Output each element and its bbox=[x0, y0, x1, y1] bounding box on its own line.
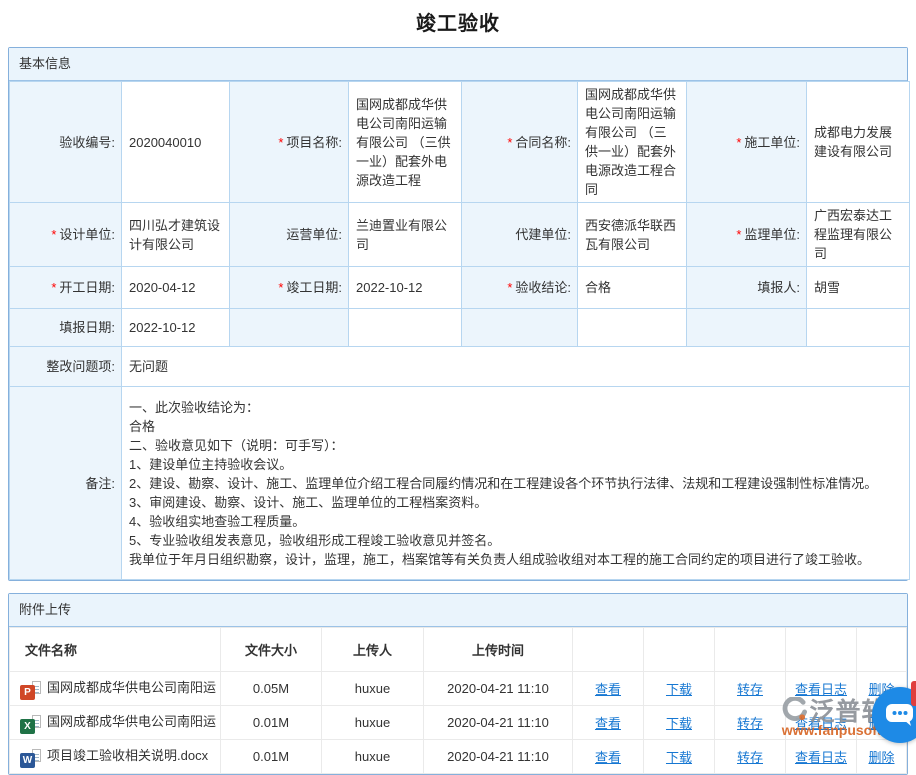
field-value-contract-name: 国网成都成华供电公司南阳运输有限公司 （三供一业）配套外电源改造工程合同 bbox=[578, 82, 687, 203]
required-marker: * bbox=[507, 280, 512, 295]
file-size: 0.01M bbox=[221, 740, 322, 774]
field-value-start-date: 2020-04-12 bbox=[122, 267, 230, 309]
field-label-supervision-unit: *监理单位: bbox=[687, 203, 807, 267]
file-name-cell: X 国网成都成华供电公司南阳运 bbox=[10, 706, 221, 740]
empty-value-cell bbox=[349, 309, 462, 347]
file-size: 0.01M bbox=[221, 706, 322, 740]
field-label-acceptance-conclusion: *验收结论: bbox=[462, 267, 578, 309]
field-value-construction-unit: 成都电力发展建设有限公司 bbox=[807, 82, 910, 203]
attachments-section-title: 附件上传 bbox=[9, 594, 907, 627]
attachment-row: P 国网成都成华供电公司南阳运 0.05M huxue 2020-04-21 11… bbox=[10, 672, 907, 706]
column-header-action bbox=[857, 628, 907, 672]
view-log-link[interactable]: 查看日志 bbox=[795, 682, 847, 697]
file-size: 0.05M bbox=[221, 672, 322, 706]
file-upload-time: 2020-04-21 11:10 bbox=[424, 706, 573, 740]
required-marker: * bbox=[51, 227, 56, 242]
field-label-start-date: *开工日期: bbox=[10, 267, 122, 309]
file-name-cell: P 国网成都成华供电公司南阳运 bbox=[10, 672, 221, 706]
column-header-action bbox=[786, 628, 857, 672]
required-marker: * bbox=[736, 227, 741, 242]
field-value-project-name: 国网成都成华供电公司南阳运输有限公司 （三供一业）配套外电源改造工程 bbox=[349, 82, 462, 203]
view-log-link[interactable]: 查看日志 bbox=[795, 750, 847, 765]
required-marker: * bbox=[736, 135, 741, 150]
basic-info-section-title: 基本信息 bbox=[9, 48, 907, 81]
file-name-text: 国网成都成华供电公司南阳运 bbox=[47, 680, 216, 695]
required-marker: * bbox=[507, 135, 512, 150]
field-label-project-name: *项目名称: bbox=[230, 82, 349, 203]
view-log-link[interactable]: 查看日志 bbox=[795, 716, 847, 731]
file-uploader: huxue bbox=[322, 672, 424, 706]
column-header-file-name: 文件名称 bbox=[10, 628, 221, 672]
view-link[interactable]: 查看 bbox=[595, 750, 621, 765]
field-label-design-unit: *设计单位: bbox=[10, 203, 122, 267]
empty-value-cell bbox=[578, 309, 687, 347]
empty-label-cell bbox=[687, 309, 807, 347]
attachments-header-row: 文件名称 文件大小 上传人 上传时间 bbox=[10, 628, 907, 672]
file-name-text: 国网成都成华供电公司南阳运 bbox=[47, 714, 216, 729]
powerpoint-file-icon: P bbox=[20, 681, 41, 700]
column-header-upload-time: 上传时间 bbox=[424, 628, 573, 672]
view-link[interactable]: 查看 bbox=[595, 716, 621, 731]
field-value-completion-date: 2022-10-12 bbox=[349, 267, 462, 309]
column-header-file-size: 文件大小 bbox=[221, 628, 322, 672]
attachments-table: 文件名称 文件大小 上传人 上传时间 P 国网成都成华供电公司南阳运 0.05M … bbox=[9, 627, 907, 774]
file-uploader: huxue bbox=[322, 740, 424, 774]
delete-link[interactable]: 删除 bbox=[868, 750, 894, 765]
column-header-action bbox=[715, 628, 786, 672]
view-link[interactable]: 查看 bbox=[595, 682, 621, 697]
column-header-uploader: 上传人 bbox=[322, 628, 424, 672]
download-link[interactable]: 下载 bbox=[666, 716, 692, 731]
chat-notification-badge bbox=[911, 681, 916, 706]
empty-value-cell bbox=[807, 309, 910, 347]
excel-file-icon: X bbox=[20, 715, 41, 734]
attachments-section: 附件上传 文件名称 文件大小 上传人 上传时间 P 国网成都成华供电公司南阳运 0… bbox=[8, 593, 908, 775]
field-value-reporter: 胡雪 bbox=[807, 267, 910, 309]
file-name-text: 项目竣工验收相关说明.docx bbox=[47, 748, 208, 763]
empty-label-cell bbox=[230, 309, 349, 347]
page-title: 竣工验收 bbox=[0, 0, 916, 47]
attachment-row: W 项目竣工验收相关说明.docx 0.01M huxue 2020-04-21 … bbox=[10, 740, 907, 774]
field-label-rectification-items: 整改问题项: bbox=[10, 347, 122, 387]
file-upload-time: 2020-04-21 11:10 bbox=[424, 672, 573, 706]
transfer-link[interactable]: 转存 bbox=[737, 716, 763, 731]
download-link[interactable]: 下载 bbox=[666, 750, 692, 765]
required-marker: * bbox=[278, 135, 283, 150]
field-label-agent-unit: 代建单位: bbox=[462, 203, 578, 267]
field-label-remark: 备注: bbox=[10, 387, 122, 580]
required-marker: * bbox=[51, 280, 56, 295]
field-label-operation-unit: 运营单位: bbox=[230, 203, 349, 267]
word-file-icon: W bbox=[20, 749, 41, 768]
download-link[interactable]: 下载 bbox=[666, 682, 692, 697]
field-label-construction-unit: *施工单位: bbox=[687, 82, 807, 203]
column-header-action bbox=[644, 628, 715, 672]
transfer-link[interactable]: 转存 bbox=[737, 750, 763, 765]
field-value-supervision-unit: 广西宏泰达工程监理有限公司 bbox=[807, 203, 910, 267]
attachment-row: X 国网成都成华供电公司南阳运 0.01M huxue 2020-04-21 11… bbox=[10, 706, 907, 740]
field-value-report-date: 2022-10-12 bbox=[122, 309, 230, 347]
file-name-cell: W 项目竣工验收相关说明.docx bbox=[10, 740, 221, 774]
field-value-rectification-items: 无问题 bbox=[122, 347, 910, 387]
field-label-reporter: 填报人: bbox=[687, 267, 807, 309]
field-value-acceptance-conclusion: 合格 bbox=[578, 267, 687, 309]
field-value-operation-unit: 兰迪置业有限公司 bbox=[349, 203, 462, 267]
field-value-acceptance-no: 2020040010 bbox=[122, 82, 230, 203]
basic-info-section: 基本信息 验收编号: 2020040010 *项目名称: 国网成都成华供电公司南… bbox=[8, 47, 908, 581]
transfer-link[interactable]: 转存 bbox=[737, 682, 763, 697]
field-value-design-unit: 四川弘才建筑设计有限公司 bbox=[122, 203, 230, 267]
required-marker: * bbox=[278, 280, 283, 295]
field-label-acceptance-no: 验收编号: bbox=[10, 82, 122, 203]
field-value-agent-unit: 西安德派华联西瓦有限公司 bbox=[578, 203, 687, 267]
field-label-report-date: 填报日期: bbox=[10, 309, 122, 347]
field-label-contract-name: *合同名称: bbox=[462, 82, 578, 203]
basic-info-table: 验收编号: 2020040010 *项目名称: 国网成都成华供电公司南阳运输有限… bbox=[9, 81, 910, 580]
field-label-completion-date: *竣工日期: bbox=[230, 267, 349, 309]
column-header-action bbox=[573, 628, 644, 672]
empty-label-cell bbox=[462, 309, 578, 347]
field-value-remark: 一、此次验收结论为： 合格 二、验收意见如下（说明：可手写）： 1、建设单位主持… bbox=[122, 387, 910, 580]
file-upload-time: 2020-04-21 11:10 bbox=[424, 740, 573, 774]
file-uploader: huxue bbox=[322, 706, 424, 740]
